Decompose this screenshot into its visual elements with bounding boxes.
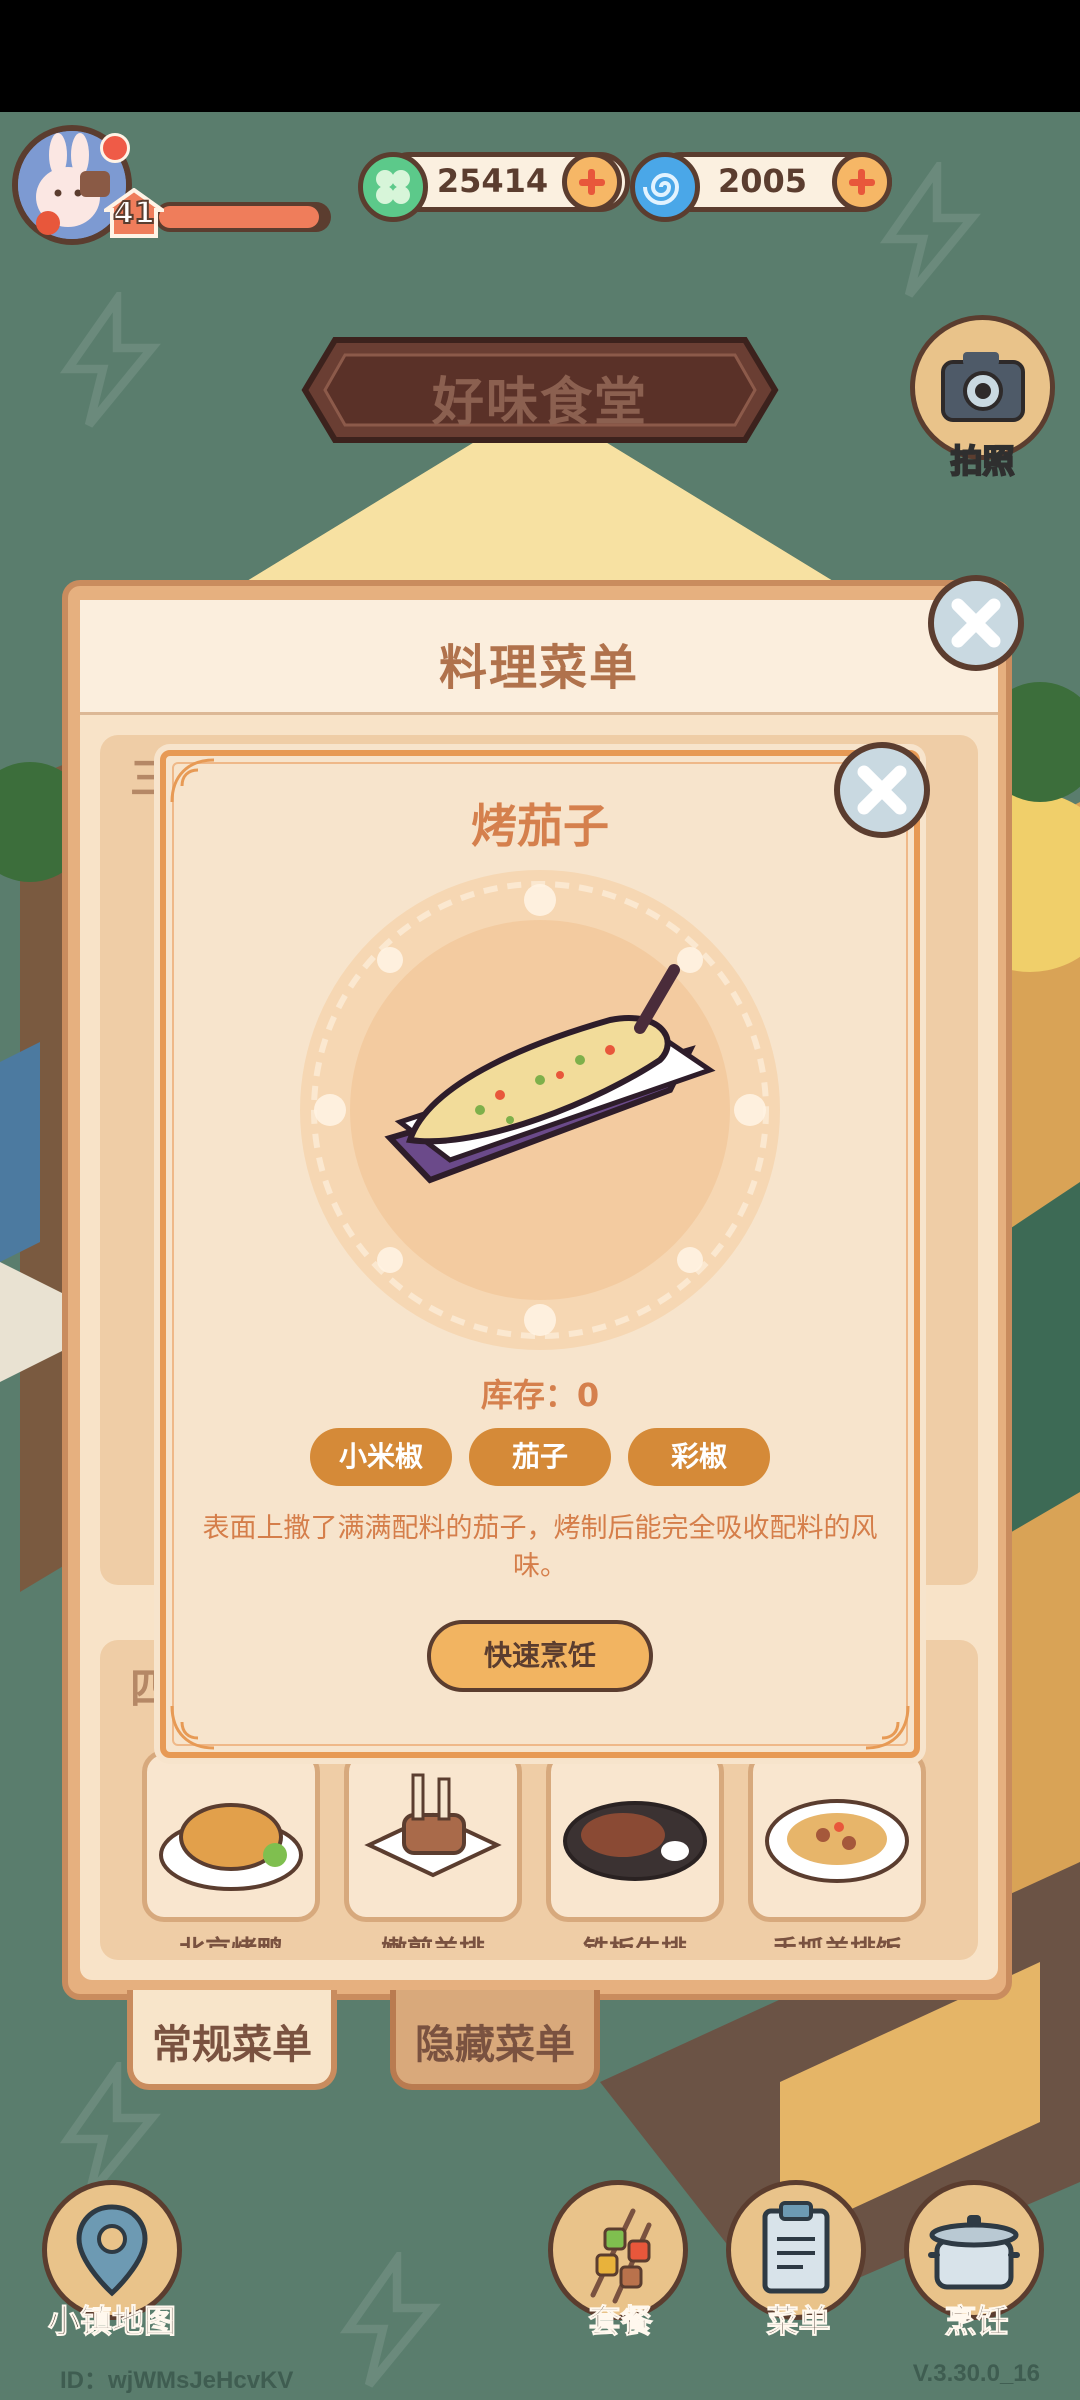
swirl-gem-value: 2005 bbox=[717, 162, 808, 200]
dish-name: 北京烤鸭 bbox=[142, 1930, 320, 1948]
lamb-rice-icon bbox=[765, 1799, 909, 1883]
dish-description: 表面上撒了满满配料的茄子，烤制后能完全吸收配料的风味。 bbox=[202, 1513, 878, 1582]
dish-title: 烤茄子 bbox=[471, 799, 609, 853]
swirl-gem-icon bbox=[630, 152, 700, 222]
dish-name: 手抓羊排饭 bbox=[748, 1930, 926, 1948]
clover-coin-icon bbox=[358, 152, 428, 222]
stock-count: 库存：0 bbox=[160, 1370, 920, 1416]
combo-meal-label: 套餐 bbox=[588, 2302, 653, 2341]
steak-icon bbox=[563, 1801, 707, 1881]
quick-cook-button[interactable]: 快速烹饪 bbox=[427, 1620, 653, 1692]
notification-dot bbox=[100, 133, 130, 163]
add-clover-coin-button[interactable] bbox=[562, 152, 622, 212]
xp-progress-bar bbox=[155, 202, 331, 232]
dish-card-roast-duck[interactable] bbox=[142, 1750, 320, 1922]
dish-name: 嫩煎羊排 bbox=[344, 1930, 522, 1948]
town-map-label: 小镇地图 bbox=[47, 2302, 176, 2341]
status-bar bbox=[0, 0, 1080, 112]
stock-value: 0 bbox=[576, 1376, 600, 1414]
restaurant-name: 好味食堂 bbox=[431, 373, 648, 433]
grilled-eggplant-image bbox=[300, 870, 780, 1350]
player-level: 41 bbox=[112, 195, 156, 232]
tab-regular-menu[interactable]: 常规菜单 bbox=[127, 1990, 337, 2090]
stock-label: 库存： bbox=[480, 1376, 577, 1414]
app-version: V.3.30.0_16 bbox=[912, 2360, 1040, 2387]
ingredient-tag: 彩椒 bbox=[628, 1428, 770, 1486]
player-id: ID：wjWMsJeHcvKV bbox=[60, 2367, 294, 2394]
ingredient-tag: 茄子 bbox=[469, 1428, 611, 1486]
dish-name: 铁板牛排 bbox=[546, 1930, 724, 1948]
corner-ornament-icon bbox=[170, 1705, 215, 1750]
dish-card-lamb-rice[interactable] bbox=[748, 1750, 926, 1922]
tab-hidden-menu[interactable]: 隐藏菜单 bbox=[390, 1990, 600, 2090]
corner-ornament-icon bbox=[865, 1705, 910, 1750]
dish-card-lamb-chops[interactable] bbox=[344, 1750, 522, 1922]
dish-card-steak[interactable] bbox=[546, 1750, 724, 1922]
close-icon bbox=[951, 598, 1001, 648]
camera-label: 拍照 bbox=[949, 441, 1015, 481]
camera-icon bbox=[941, 352, 1025, 422]
roast-duck-icon bbox=[159, 1803, 303, 1891]
recipe-menu-title: 料理菜单 bbox=[438, 640, 639, 696]
add-swirl-gem-button[interactable] bbox=[832, 152, 892, 212]
menu-label: 菜单 bbox=[766, 2302, 831, 2341]
lamb-chops-icon bbox=[364, 1773, 502, 1878]
ingredient-tag: 小米椒 bbox=[310, 1428, 452, 1486]
close-menu-button[interactable] bbox=[928, 575, 1024, 671]
cooking-label: 烹饪 bbox=[944, 2302, 1009, 2341]
clover-coin-value: 25414 bbox=[436, 162, 549, 200]
